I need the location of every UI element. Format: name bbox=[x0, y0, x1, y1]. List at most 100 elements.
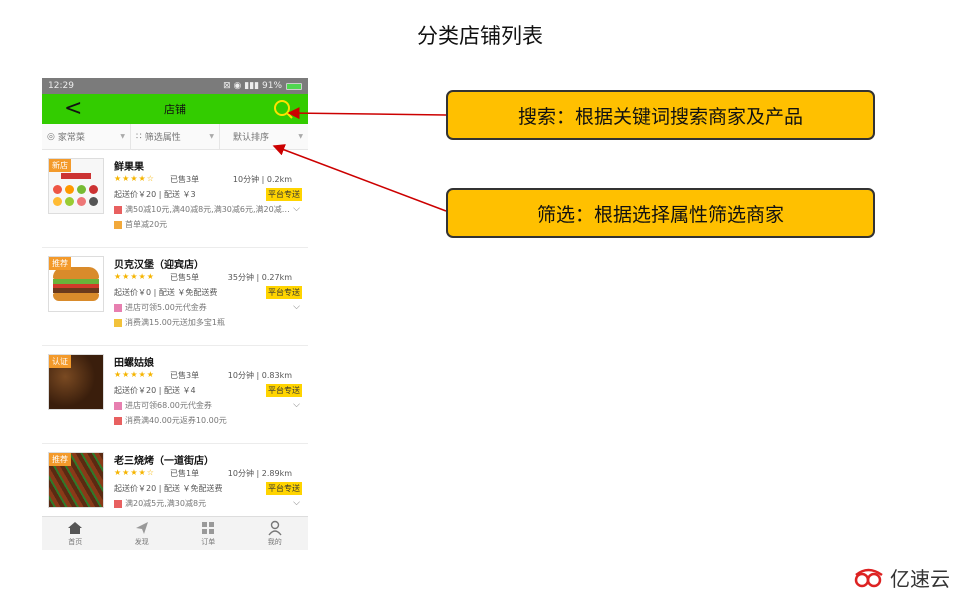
promo-icon bbox=[114, 401, 122, 410]
filter-attributes-label: 筛选属性 bbox=[144, 133, 181, 143]
tab-discover[interactable]: 发现 bbox=[109, 517, 176, 550]
promo-icon bbox=[114, 205, 122, 214]
delivery-badge: 平台专送 bbox=[266, 482, 302, 495]
delivery-time-distance: 10分钟 | 2.89km bbox=[227, 469, 292, 478]
tab-home-label: 首页 bbox=[68, 538, 83, 546]
brand-logo: 亿速云 bbox=[852, 563, 950, 592]
home-icon bbox=[68, 522, 83, 534]
promo-line: 首单减20元 bbox=[114, 219, 167, 230]
tab-orders-label: 订单 bbox=[201, 538, 216, 546]
shop-name: 田螺姑娘 bbox=[114, 358, 154, 369]
status-icons: ⊠ ◉ ▮▮▮ 91% bbox=[223, 81, 282, 91]
status-bar: 12:29 ⊠ ◉ ▮▮▮ 91% bbox=[42, 78, 308, 94]
promo-icon bbox=[114, 416, 122, 425]
phone-screen: 12:29 ⊠ ◉ ▮▮▮ 91% < 店铺 ◎ 家常菜 ▼ ∷ 筛选属性 ▼ 默认… bbox=[42, 78, 308, 550]
chevron-down-icon[interactable]: ⌵ bbox=[293, 400, 300, 410]
promo-icon bbox=[114, 220, 122, 229]
shop-tag: 推荐 bbox=[49, 453, 71, 466]
caret-down-icon: ▼ bbox=[298, 133, 303, 140]
cloud-logo-icon bbox=[854, 568, 883, 587]
shop-list: 新店 鲜果果 ★★★★☆ 已售3单 10分钟 | 0.2km 起送价￥20 | 配送 ￥3… bbox=[42, 150, 308, 542]
user-icon bbox=[268, 520, 282, 536]
sold-count: 已售1单 bbox=[170, 469, 200, 478]
filter-category-label: 家常菜 bbox=[57, 133, 85, 143]
promo-line: 满50减10元,满40减8元,满30减6元,满20减… bbox=[114, 204, 290, 215]
search-icon[interactable] bbox=[272, 98, 294, 120]
shop-thumbnail: 认证 bbox=[48, 354, 104, 410]
caret-down-icon: ▼ bbox=[209, 133, 214, 140]
shop-name: 老三烧烤（一道街店） bbox=[114, 456, 214, 467]
delivery-badge: 平台专送 bbox=[266, 188, 302, 201]
min-order-fee: 起送价￥20 | 配送 ￥3 bbox=[114, 190, 196, 199]
tab-profile-label: 我的 bbox=[267, 538, 282, 546]
sold-count: 已售5单 bbox=[170, 273, 200, 282]
tab-orders[interactable]: 订单 bbox=[175, 517, 242, 550]
status-time: 12:29 bbox=[48, 81, 74, 91]
rating-stars: ★★★★☆ bbox=[114, 468, 155, 477]
promo-text: 首单减20元 bbox=[125, 220, 168, 229]
send-icon bbox=[135, 522, 148, 534]
promo-icon bbox=[114, 499, 122, 508]
back-icon[interactable]: < bbox=[64, 97, 82, 121]
shop-name: 贝克汉堡（迎宾店） bbox=[114, 260, 204, 271]
promo-icon bbox=[114, 303, 122, 312]
search-callout: 搜索：根据关键词搜索商家及产品 bbox=[446, 90, 875, 140]
shop-thumbnail: 新店 bbox=[48, 158, 104, 214]
shop-tag: 新店 bbox=[49, 159, 71, 172]
caret-down-icon: ▼ bbox=[120, 133, 125, 140]
tab-bar: 首页 发现 订单 我的 bbox=[42, 516, 308, 550]
filter-callout: 筛选：根据选择属性筛选商家 bbox=[446, 188, 875, 238]
shop-thumbnail: 推荐 bbox=[48, 452, 104, 508]
sold-count: 已售3单 bbox=[170, 175, 200, 184]
promo-text: 消费满40.00元返券10.00元 bbox=[125, 416, 227, 425]
shop-tag: 认证 bbox=[49, 355, 71, 368]
navbar-title: 店铺 bbox=[164, 103, 186, 116]
search-arrow bbox=[287, 107, 447, 120]
filter-sort-label: 默认排序 bbox=[233, 133, 270, 143]
promo-icon bbox=[114, 318, 122, 327]
filter-category[interactable]: ◎ 家常菜 ▼ bbox=[42, 124, 131, 149]
shop-list-item[interactable]: 推荐 贝克汉堡（迎宾店） ★★★★★ 已售5单 35分钟 | 0.27km 起送价￥0 |… bbox=[42, 248, 308, 346]
logo-text: 亿速云 bbox=[890, 567, 950, 591]
shop-list-item[interactable]: 认证 田螺姑娘 ★★★★★ 已售3单 10分钟 | 0.83km 起送价￥20 | 配送 … bbox=[42, 346, 308, 444]
rating-stars: ★★★★★ bbox=[114, 272, 155, 281]
min-order-fee: 起送价￥20 | 配送 ￥免配送费 bbox=[114, 484, 223, 493]
shop-thumbnail: 推荐 bbox=[48, 256, 104, 312]
orders-icon bbox=[202, 522, 215, 534]
min-order-fee: 起送价￥20 | 配送 ￥4 bbox=[114, 386, 196, 395]
delivery-badge: 平台专送 bbox=[266, 384, 302, 397]
shop-tag: 推荐 bbox=[49, 257, 71, 270]
filter-attributes[interactable]: ∷ 筛选属性 ▼ bbox=[131, 124, 220, 149]
delivery-time-distance: 10分钟 | 0.83km bbox=[227, 371, 292, 380]
delivery-time-distance: 35分钟 | 0.27km bbox=[227, 273, 292, 282]
sold-count: 已售3单 bbox=[170, 371, 200, 380]
chevron-down-icon[interactable]: ⌵ bbox=[293, 302, 300, 312]
rating-stars: ★★★★★ bbox=[114, 370, 155, 379]
delivery-badge: 平台专送 bbox=[266, 286, 302, 299]
promo-text: 消费满15.00元送加多宝1瓶 bbox=[125, 318, 225, 327]
tab-discover-label: 发现 bbox=[134, 538, 149, 546]
min-order-fee: 起送价￥0 | 配送 ￥免配送费 bbox=[114, 288, 218, 297]
promo-text: 进店可领68.00元代金券 bbox=[125, 401, 212, 410]
rating-stars: ★★★★☆ bbox=[114, 174, 155, 183]
filter-bar: ◎ 家常菜 ▼ ∷ 筛选属性 ▼ 默认排序 ▼ bbox=[42, 124, 308, 150]
location-icon: ◎ bbox=[47, 131, 55, 142]
shop-name: 鲜果果 bbox=[114, 162, 144, 173]
delivery-time-distance: 10分钟 | 0.2km bbox=[232, 175, 292, 184]
promo-line: 满20减5元,满30减8元 bbox=[114, 498, 206, 509]
promo-line: 进店可领68.00元代金券 bbox=[114, 400, 212, 411]
shop-list-item[interactable]: 新店 鲜果果 ★★★★☆ 已售3单 10分钟 | 0.2km 起送价￥20 | 配送 ￥3… bbox=[42, 150, 308, 248]
navbar: < 店铺 bbox=[42, 94, 308, 124]
filter-sort[interactable]: 默认排序 ▼ bbox=[220, 124, 308, 149]
promo-text: 满50减10元,满40减8元,满30减6元,满20减… bbox=[125, 205, 290, 214]
page-title: 分类店铺列表 bbox=[417, 24, 543, 48]
promo-line: 消费满40.00元返券10.00元 bbox=[114, 415, 227, 426]
tab-profile[interactable]: 我的 bbox=[242, 517, 309, 550]
chevron-down-icon[interactable]: ⌵ bbox=[293, 204, 300, 214]
promo-line: 消费满15.00元送加多宝1瓶 bbox=[114, 317, 225, 328]
battery-icon bbox=[286, 82, 302, 90]
chevron-down-icon[interactable]: ⌵ bbox=[293, 498, 300, 508]
promo-line: 进店可领5.00元代金券 bbox=[114, 302, 207, 313]
grid-icon: ∷ bbox=[136, 131, 142, 142]
tab-home[interactable]: 首页 bbox=[42, 517, 109, 550]
